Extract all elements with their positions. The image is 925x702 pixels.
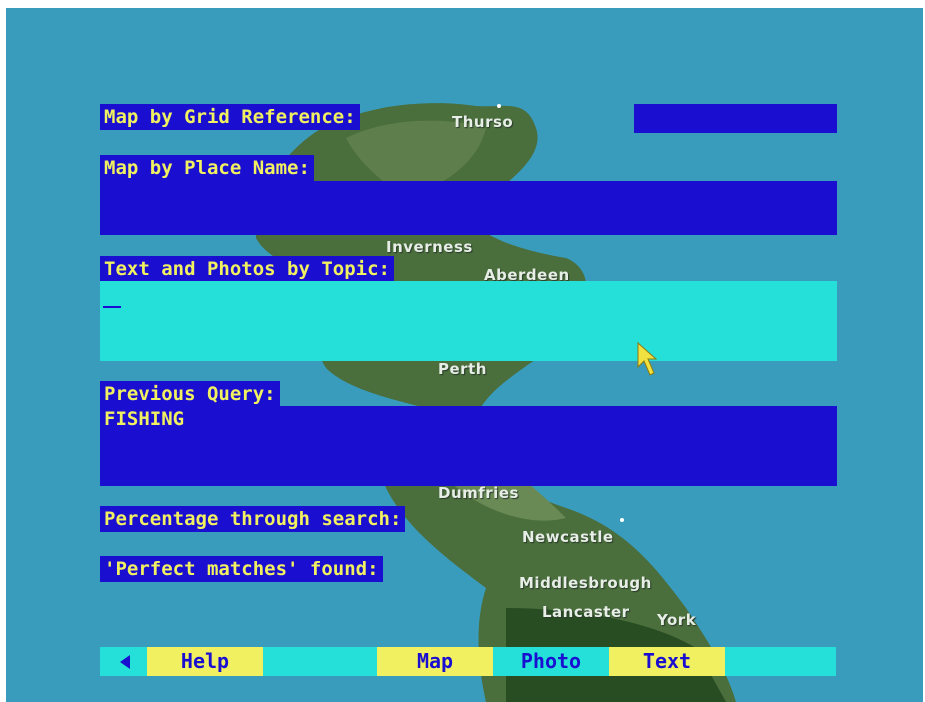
- map-button[interactable]: Map: [377, 647, 493, 676]
- perfect-matches-label: 'Perfect matches' found:: [100, 556, 383, 582]
- help-button[interactable]: Help: [147, 647, 263, 676]
- mouse-pointer-icon: [637, 341, 658, 376]
- bottom-navigation-bar: Help Map Photo Text: [100, 647, 836, 676]
- percentage-label: Percentage through search:: [100, 506, 406, 532]
- text-cursor: [103, 306, 121, 308]
- map-label-dumfries: Dumfries: [438, 484, 519, 502]
- map-label-lancaster: Lancaster: [542, 603, 630, 621]
- topic-input[interactable]: [100, 281, 837, 361]
- grid-reference-input[interactable]: [634, 104, 837, 133]
- place-name-label: Map by Place Name:: [100, 155, 314, 181]
- map-label-newcastle: Newcastle: [522, 528, 614, 546]
- map-label-thurso: Thurso: [452, 113, 514, 131]
- previous-query-label: Previous Query:: [100, 381, 280, 407]
- map-label-inverness: Inverness: [386, 238, 473, 256]
- left-arrow-icon[interactable]: [120, 655, 130, 669]
- map-dot: [620, 518, 624, 522]
- previous-query-value: FISHING: [104, 408, 185, 430]
- topic-label: Text and Photos by Topic:: [100, 256, 394, 282]
- photo-button[interactable]: Photo: [493, 647, 609, 676]
- grid-reference-label: Map by Grid Reference:: [100, 104, 360, 130]
- place-name-input[interactable]: [100, 181, 837, 235]
- previous-query-box: FISHING: [100, 406, 837, 486]
- map-label-middlesbrough: Middlesbrough: [519, 574, 652, 592]
- map-label-perth: Perth: [438, 360, 487, 378]
- map-label-york: York: [657, 611, 697, 629]
- map-dot: [497, 104, 501, 108]
- text-button[interactable]: Text: [609, 647, 725, 676]
